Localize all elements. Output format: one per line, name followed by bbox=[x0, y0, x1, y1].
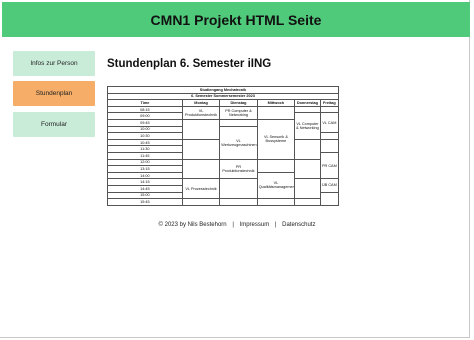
time-cell: 10:30 bbox=[107, 132, 183, 140]
empty-cell bbox=[294, 158, 321, 180]
empty-cell bbox=[181, 138, 221, 160]
empty-cell bbox=[256, 158, 296, 173]
empty-cell bbox=[294, 105, 321, 114]
lesson-fr-ueb-cam: ÜB CAM bbox=[319, 178, 340, 193]
lesson-di-computer-networking: PR Computer & Networking bbox=[219, 105, 258, 120]
time-cell: 09:00 bbox=[107, 112, 183, 120]
footer-separator: | bbox=[274, 222, 277, 228]
time-cell: 15:00 bbox=[107, 191, 183, 200]
empty-cell bbox=[319, 132, 340, 140]
nav-stundenplan[interactable]: Stundenplan bbox=[13, 81, 95, 106]
timetable-caption-program: Studiengang Mechatronik bbox=[107, 86, 339, 94]
time-cell: 11:45 bbox=[107, 151, 183, 160]
lesson-di-werkzeugmaschinen: VL Werkzeugmaschinen bbox=[219, 125, 258, 160]
time-cell: 13:15 bbox=[107, 165, 183, 173]
empty-cell bbox=[294, 138, 321, 160]
header-dienstag: Dienstag bbox=[219, 99, 258, 107]
time-cell: 10:45 bbox=[107, 138, 183, 147]
time-cell: 14:00 bbox=[107, 171, 183, 180]
lesson-mo-produktionstechnik: VL Produktionstechnik bbox=[181, 105, 221, 120]
time-cell: 08:15 bbox=[107, 105, 183, 114]
page-title: Stundenplan 6. Semester iING bbox=[107, 58, 272, 70]
time-cell: 10:00 bbox=[107, 125, 183, 134]
header-time: Time bbox=[107, 99, 183, 107]
empty-cell bbox=[294, 178, 321, 200]
site-title: CMN1 Projekt HTML Seite bbox=[150, 11, 322, 28]
lesson-di-pr-produktionstechnik: PR Produktionstechnik bbox=[219, 158, 258, 180]
lesson-mo-prozesstechnik: VL Prozesstechnik bbox=[181, 178, 221, 200]
footer-copyright: © 2023 by Nils Bestehorn bbox=[158, 222, 227, 228]
empty-cell bbox=[319, 105, 340, 114]
nav-infos-zur-person[interactable]: Infos zur Person bbox=[13, 51, 95, 76]
empty-cell bbox=[219, 118, 258, 127]
site-footer: © 2023 by Nils Bestehorn | Impressum | D… bbox=[0, 222, 474, 228]
empty-cell bbox=[256, 105, 296, 120]
header-freitag: Freitag bbox=[319, 99, 340, 107]
time-cell: 14:15 bbox=[107, 178, 183, 186]
lesson-fr-pr-cam: PR CAM bbox=[319, 151, 340, 180]
header-montag: Montag bbox=[181, 99, 221, 107]
empty-cell bbox=[319, 138, 340, 153]
time-cell: 11:30 bbox=[107, 145, 183, 153]
lesson-mi-qualitaetsmanagement: VL Qualitätsmanagement bbox=[256, 171, 296, 200]
empty-cell bbox=[219, 198, 258, 206]
footer-link-datenschutz[interactable]: Datenschutz bbox=[280, 222, 317, 228]
lesson-mi-sensorik-bussysteme: VL Sensorik & Bussysteme bbox=[256, 118, 296, 160]
time-cell: 12:00 bbox=[107, 158, 183, 167]
timetable: Studiengang Mechatronik 6. Semester Somm… bbox=[107, 86, 340, 206]
lesson-fr-cam: VL CAM bbox=[319, 112, 340, 134]
time-cell: 14:45 bbox=[107, 184, 183, 193]
header-mittwoch: Mittwoch bbox=[256, 99, 296, 107]
time-cell: 15:45 bbox=[107, 198, 183, 206]
timetable-caption-semester: 6. Semester Sommersemester 2023 bbox=[107, 92, 339, 101]
header-donnerstag: Donnerstag bbox=[294, 99, 321, 107]
empty-cell bbox=[256, 198, 296, 206]
time-cell: 09:45 bbox=[107, 118, 183, 127]
empty-cell bbox=[181, 158, 221, 180]
empty-cell bbox=[294, 198, 321, 206]
empty-cell bbox=[181, 118, 221, 140]
empty-cell bbox=[319, 191, 340, 206]
lesson-do-computer-networking: VL Computer & Networking bbox=[294, 112, 321, 140]
empty-cell bbox=[219, 178, 258, 200]
nav-formular[interactable]: Formular bbox=[13, 112, 95, 137]
footer-link-impressum[interactable]: Impressum bbox=[238, 222, 272, 228]
site-header: CMN1 Projekt HTML Seite bbox=[2, 2, 470, 37]
empty-cell bbox=[181, 198, 221, 206]
footer-separator: | bbox=[232, 222, 234, 228]
